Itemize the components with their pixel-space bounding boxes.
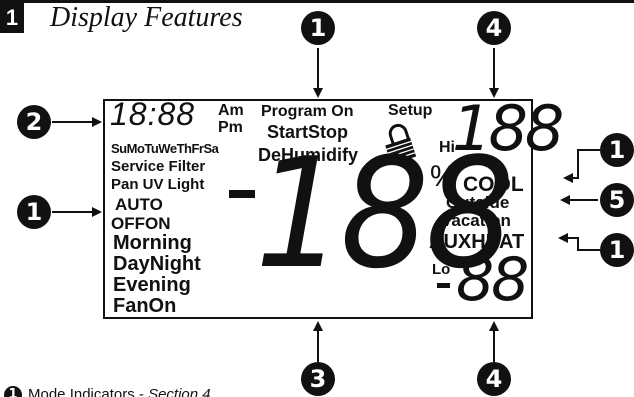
- legend-section: Section 4: [148, 386, 211, 397]
- legend-row: 1 Mode Indicators - Section 4: [0, 386, 634, 397]
- callout-arrows: [52, 48, 600, 362]
- callout-top-right: 4: [477, 11, 511, 45]
- callout-right-lower: 1: [600, 233, 634, 267]
- callout-left-upper: 2: [17, 105, 51, 139]
- callout-left-lower: 1: [17, 195, 51, 229]
- callout-right-upper: 1: [600, 133, 634, 167]
- legend-number-badge: 1: [4, 386, 22, 397]
- arrow-icon: [558, 233, 600, 251]
- callout-top-center: 1: [301, 11, 335, 45]
- callout-right-middle: 5: [600, 183, 634, 217]
- arrow-icon: [563, 149, 600, 183]
- legend-text: Mode Indicators - Section 4: [28, 386, 211, 397]
- legend-label: Mode Indicators: [28, 386, 135, 397]
- legend-separator: -: [134, 386, 149, 397]
